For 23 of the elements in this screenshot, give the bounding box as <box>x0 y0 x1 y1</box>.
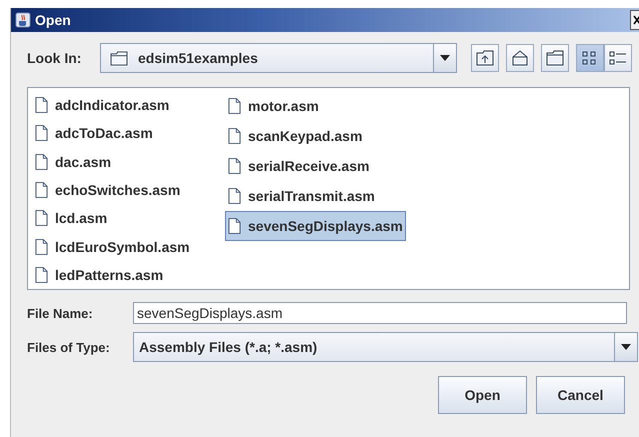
cancel-button[interactable]: Cancel <box>536 376 625 414</box>
file-type-dropdown[interactable]: Assembly Files (*.a; *.asm) <box>133 332 638 362</box>
file-item[interactable]: lcd.asm <box>32 204 110 232</box>
look-in-label: Look In: <box>27 50 82 66</box>
folder-name: edsim51examples <box>137 50 259 66</box>
open-button[interactable]: Open <box>438 376 527 414</box>
file-item[interactable]: lcdEuroSymbol.asm <box>32 232 193 261</box>
file-name-label: File Name: <box>27 306 94 320</box>
look-in-dropdown[interactable]: edsim51examples <box>100 43 457 73</box>
file-item[interactable]: motor.asm <box>225 91 322 121</box>
file-type-label: Files of Type: <box>27 340 111 354</box>
file-item[interactable]: serialReceive.asm <box>225 151 372 181</box>
file-type-value: Assembly Files (*.a; *.asm) <box>138 339 318 355</box>
file-item[interactable]: scanKeypad.asm <box>225 121 366 151</box>
file-item[interactable]: serialTransmit.asm <box>225 181 378 211</box>
file-item[interactable]: adcToDac.asm <box>32 119 156 148</box>
file-item[interactable]: sevenSegDisplays.asm <box>225 211 406 241</box>
file-item[interactable]: ledPatterns.asm <box>32 260 166 289</box>
file-item[interactable]: dac.asm <box>32 148 114 176</box>
file-item[interactable]: adcIndicator.asm <box>32 91 172 120</box>
file-name-field[interactable]: sevenSegDisplays.asm <box>133 302 627 324</box>
window-title: Open <box>35 12 71 28</box>
file-item[interactable]: echoSwitches.asm <box>32 176 184 204</box>
